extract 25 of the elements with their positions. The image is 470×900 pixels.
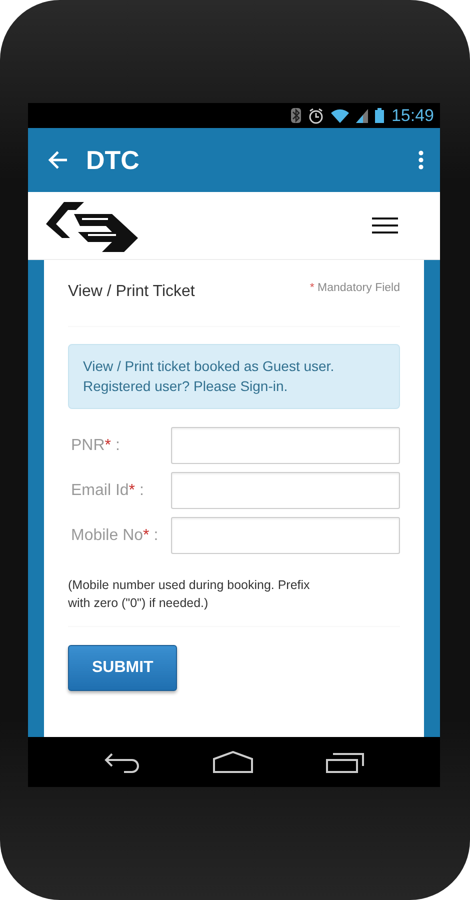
back-arrow-icon[interactable] xyxy=(48,151,68,169)
info-alert: View / Print ticket booked as Guest user. Registered user? Please Sign-in. xyxy=(68,344,400,410)
more-menu-icon[interactable] xyxy=(418,150,424,170)
app-title: DTC xyxy=(86,144,140,176)
battery-icon xyxy=(375,108,384,123)
logo-icon xyxy=(44,200,140,252)
hint-text: (Mobile number used during booking. Prefix with zero ("0") if needed.) xyxy=(68,577,311,612)
field-label: Mobile No* : xyxy=(70,526,160,546)
back-icon[interactable] xyxy=(104,751,140,773)
signal-icon xyxy=(356,108,368,122)
wifi-icon xyxy=(331,108,350,122)
input-field[interactable] xyxy=(171,472,400,510)
field-label: Email Id* : xyxy=(70,480,145,501)
field-label: PNR* : xyxy=(70,436,121,456)
home-icon[interactable] xyxy=(212,751,253,773)
recent-apps-icon[interactable] xyxy=(326,751,364,773)
bluetooth-icon xyxy=(291,108,302,123)
mandatory-note: * Mandatory Field xyxy=(310,281,400,296)
clock-time: 15:49 xyxy=(391,104,434,127)
submit-button[interactable]: SUBMIT xyxy=(68,645,178,692)
form-title: View / Print Ticket xyxy=(68,282,195,302)
input-field[interactable] xyxy=(171,427,400,464)
alarm-icon xyxy=(308,108,324,124)
input-field[interactable] xyxy=(171,517,400,554)
menu-icon[interactable] xyxy=(372,217,398,234)
